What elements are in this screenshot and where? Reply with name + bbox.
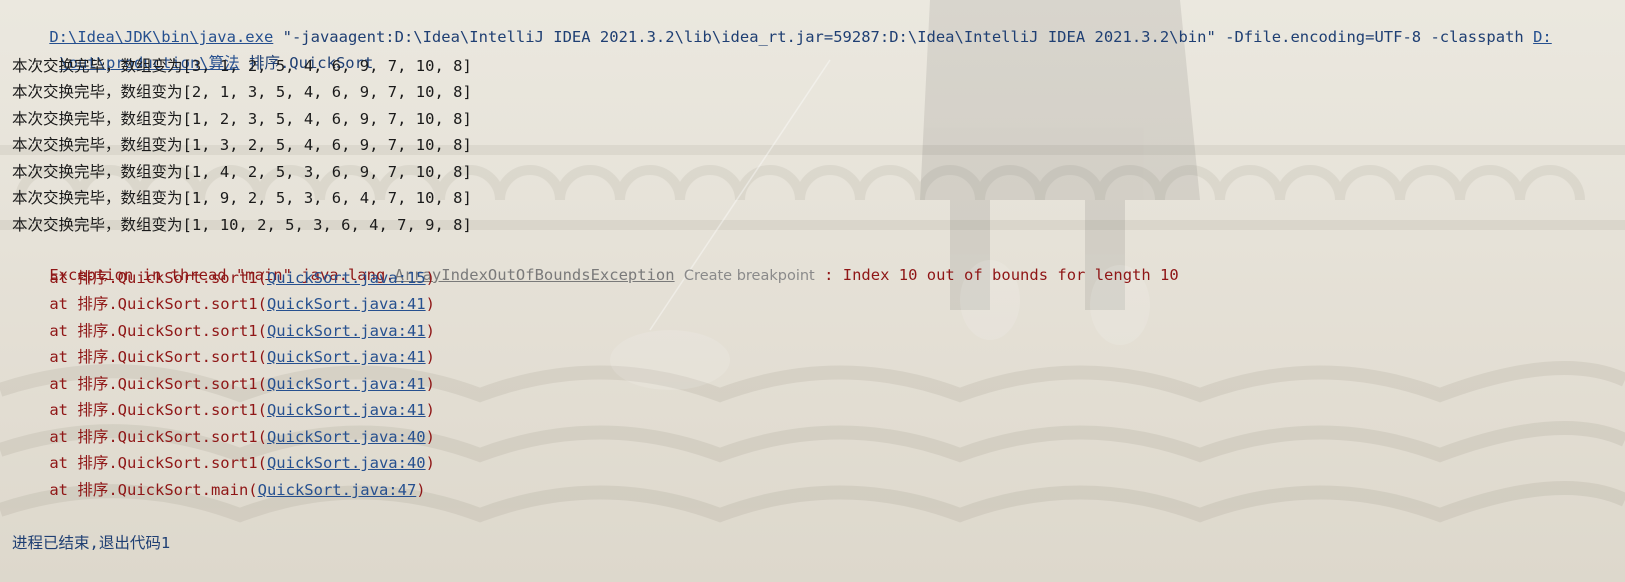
stack-frame-text: at 排序.QuickSort.sort1( — [12, 348, 267, 366]
stack-frame-suffix: ) — [425, 295, 435, 313]
stack-frame: at 排序.QuickSort.sort1(QuickSort.java:15) — [12, 266, 435, 290]
stack-frame-suffix: ) — [425, 401, 435, 419]
stack-frame-suffix: ) — [425, 428, 435, 446]
exception-message: : Index 10 out of bounds for length 10 — [814, 266, 1179, 284]
source-link[interactable]: QuickSort.java:41 — [267, 322, 426, 340]
exception-class-link[interactable]: ArrayIndexOutOfBoundsException — [395, 266, 675, 284]
source-link[interactable]: QuickSort.java:40 — [267, 454, 426, 472]
run-console[interactable]: D:\Idea\JDK\bin\java.exe "-javaagent:D:\… — [0, 0, 1625, 582]
output-line: 本次交换完毕，数组变为[3, 1, 2, 5, 4, 6, 9, 7, 10, … — [12, 57, 472, 75]
source-link[interactable]: QuickSort.java:40 — [267, 428, 426, 446]
source-link[interactable]: QuickSort.java:41 — [267, 401, 426, 419]
source-link[interactable]: QuickSort.java:15 — [267, 269, 426, 287]
stack-frame: at 排序.QuickSort.sort1(QuickSort.java:40) — [12, 425, 435, 449]
stack-frame: at 排序.QuickSort.sort1(QuickSort.java:41) — [12, 398, 435, 422]
output-line: 本次交换完毕，数组变为[1, 10, 2, 5, 3, 6, 4, 7, 9, … — [12, 216, 472, 234]
stack-frame: at 排序.QuickSort.sort1(QuickSort.java:41) — [12, 292, 435, 316]
stack-frame-suffix: ) — [416, 481, 426, 499]
stack-frame-text: at 排序.QuickSort.sort1( — [12, 401, 267, 419]
command-args: "-javaagent:D:\Idea\IntelliJ IDEA 2021.3… — [273, 28, 1534, 46]
source-link[interactable]: QuickSort.java:41 — [267, 348, 426, 366]
stack-frame: at 排序.QuickSort.sort1(QuickSort.java:41) — [12, 345, 435, 369]
stack-frame-suffix: ) — [425, 269, 435, 287]
source-link[interactable]: QuickSort.java:47 — [258, 481, 417, 499]
output-line: 本次交换完毕，数组变为[1, 3, 2, 5, 4, 6, 9, 7, 10, … — [12, 136, 472, 154]
stack-frame: at 排序.QuickSort.sort1(QuickSort.java:41) — [12, 319, 435, 343]
stack-frame: at 排序.QuickSort.main(QuickSort.java:47) — [12, 478, 426, 502]
source-link[interactable]: QuickSort.java:41 — [267, 295, 426, 313]
stack-frame: at 排序.QuickSort.sort1(QuickSort.java:41) — [12, 372, 435, 396]
output-line: 本次交换完毕，数组变为[1, 9, 2, 5, 3, 6, 4, 7, 10, … — [12, 189, 472, 207]
process-exit-message: 进程已结束,退出代码1 — [12, 534, 171, 552]
stack-frame-text: at 排序.QuickSort.sort1( — [12, 454, 267, 472]
create-breakpoint-link[interactable]: Create breakpoint — [684, 268, 815, 284]
stack-frame: at 排序.QuickSort.sort1(QuickSort.java:40) — [12, 451, 435, 475]
exception-line: Exception in thread "main" java.lang.Arr… — [12, 239, 1178, 284]
stack-frame-suffix: ) — [425, 375, 435, 393]
stack-frame-text: at 排序.QuickSort.sort1( — [12, 269, 267, 287]
output-line: 本次交换完毕，数组变为[1, 4, 2, 5, 3, 6, 9, 7, 10, … — [12, 163, 472, 181]
output-line: 本次交换完毕，数组变为[2, 1, 3, 5, 4, 6, 9, 7, 10, … — [12, 83, 472, 101]
stack-frame-text: at 排序.QuickSort.sort1( — [12, 428, 267, 446]
classpath-link[interactable]: D: — [1533, 28, 1552, 46]
stack-frame-suffix: ) — [425, 322, 435, 340]
stack-frame-suffix: ) — [425, 348, 435, 366]
output-line: 本次交换完毕，数组变为[1, 2, 3, 5, 4, 6, 9, 7, 10, … — [12, 110, 472, 128]
source-link[interactable]: QuickSort.java:41 — [267, 375, 426, 393]
stack-frame-text: at 排序.QuickSort.sort1( — [12, 375, 267, 393]
stack-frame-text: at 排序.QuickSort.main( — [12, 481, 258, 499]
stack-frame-suffix: ) — [425, 454, 435, 472]
stack-frame-text: at 排序.QuickSort.sort1( — [12, 322, 267, 340]
command-line: D:\Idea\JDK\bin\java.exe "-javaagent:D:\… — [12, 1, 1551, 46]
command-line-continued: \out\production\算法 排序.QuickSort — [22, 27, 373, 72]
stack-frame-text: at 排序.QuickSort.sort1( — [12, 295, 267, 313]
